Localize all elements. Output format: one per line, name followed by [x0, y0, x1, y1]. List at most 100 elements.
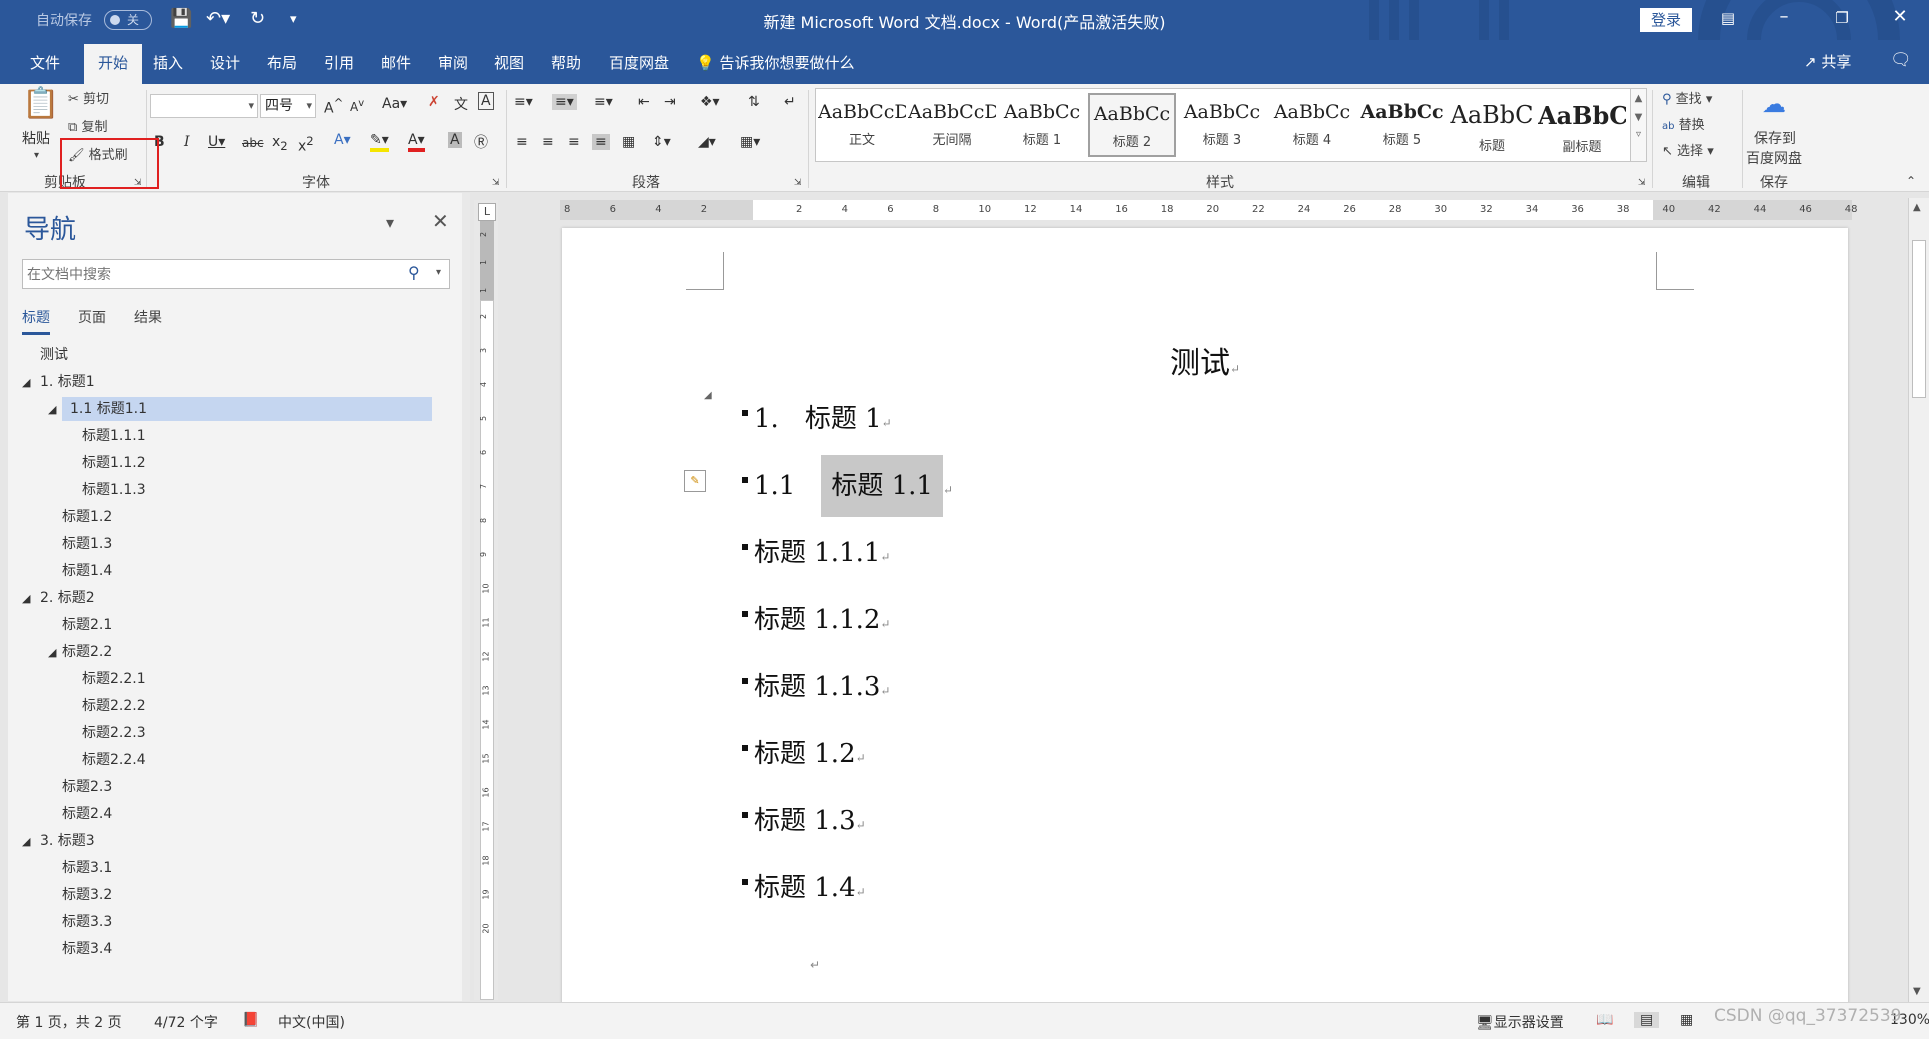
login-button[interactable]: 登录 — [1640, 8, 1692, 32]
text-effects-icon[interactable]: A▾ — [334, 132, 351, 148]
search-icon[interactable]: ⚲ — [408, 263, 420, 282]
comments-icon[interactable]: 🗨 — [1890, 50, 1912, 70]
tab-mailings[interactable]: 邮件 — [381, 52, 411, 73]
numbering-icon[interactable]: ≡▾ — [552, 94, 577, 110]
heading-paragraph[interactable]: 1.1 标题 1.1 ↵ — [754, 455, 953, 517]
collapse-ribbon-icon[interactable]: ⌃ — [1906, 174, 1916, 188]
scroll-down-icon[interactable]: ▼ — [1631, 112, 1646, 123]
style-no-spacing[interactable]: AaBbCcDc 无间隔 — [908, 93, 996, 157]
language-status[interactable]: 中文(中国) — [278, 1012, 345, 1032]
increase-indent-icon[interactable]: ⇥ — [664, 94, 676, 110]
heading-paragraph[interactable]: 标题 1.1.3↵ — [754, 666, 890, 703]
copy-button[interactable]: ⧉ 复制 — [68, 116, 107, 135]
ribbon-display-options-icon[interactable]: ▤ — [1708, 9, 1748, 27]
shading-icon[interactable]: ◢▾ — [698, 134, 716, 150]
nav-heading-item[interactable]: 标题1.2 — [62, 505, 112, 529]
nav-heading-item[interactable]: 标题1.1.2 — [82, 451, 146, 475]
tab-view[interactable]: 视图 — [494, 52, 524, 73]
nav-heading-item[interactable]: 标题2.2.3 — [82, 721, 146, 745]
show-marks-icon[interactable]: ↵ — [784, 94, 796, 110]
display-settings-button[interactable]: 🖥显示器设置 — [1476, 1012, 1564, 1032]
find-button[interactable]: ⚲ 查找 ▾ — [1662, 88, 1712, 107]
highlight-color-icon[interactable]: ✎▾ — [370, 132, 389, 152]
cut-button[interactable]: ✂ 剪切 — [68, 88, 109, 107]
nav-heading-item[interactable]: 1.1 标题1.1 — [62, 397, 432, 421]
tab-home[interactable]: 开始 — [84, 44, 143, 84]
nav-heading-item[interactable]: 标题1.1.3 — [82, 478, 146, 502]
collapse-triangle-icon[interactable]: ◢ — [22, 592, 30, 605]
horizontal-ruler[interactable]: 8 6 4 2 2 4 6 8 10 12 14 16 18 20 22 24 26 28 30 32 34 36 38 40… — [560, 200, 1858, 220]
nav-heading-item[interactable]: 标题1.3 — [62, 532, 112, 556]
nav-heading-item[interactable]: 标题3.2 — [62, 883, 112, 907]
collapse-triangle-icon[interactable]: ◢ — [22, 376, 30, 389]
subscript-icon[interactable]: x2 — [272, 134, 288, 153]
character-shading-icon[interactable]: A — [448, 132, 462, 148]
heading-paragraph[interactable]: 标题 1.2↵ — [754, 733, 866, 770]
style-heading-3[interactable]: AaBbCc 标题 3 — [1178, 93, 1266, 157]
heading-paragraph[interactable]: 标题 1.1.2↵ — [754, 599, 890, 636]
baidu-netdisk-icon[interactable]: ☁ — [1762, 90, 1786, 118]
style-heading-5[interactable]: AaBbCc 标题 5 — [1358, 93, 1446, 157]
nav-heading-item[interactable]: 标题2.2 — [62, 640, 112, 664]
nav-heading-item[interactable]: 标题2.2.2 — [82, 694, 146, 718]
gallery-more-icon[interactable]: ▿ — [1631, 129, 1646, 140]
decrease-indent-icon[interactable]: ⇤ — [638, 94, 650, 110]
borders-icon[interactable]: ▦▾ — [740, 134, 760, 150]
nav-heading-item[interactable]: 1. 标题1 — [40, 370, 95, 394]
share-button[interactable]: ↗ 共享 — [1804, 51, 1851, 72]
line-spacing-icon[interactable]: ⇕▾ — [652, 134, 671, 150]
nav-tab-headings[interactable]: 标题 — [22, 307, 50, 335]
nav-heading-item[interactable]: 标题2.2.1 — [82, 667, 146, 691]
vertical-scrollbar[interactable]: ▲ ▼ — [1908, 198, 1929, 1002]
font-name-combo[interactable] — [150, 94, 258, 118]
scroll-up-icon[interactable]: ▲ — [1913, 202, 1921, 213]
collapse-triangle-icon[interactable]: ◢ — [22, 835, 30, 848]
nav-heading-item[interactable]: 标题1.4 — [62, 559, 112, 583]
multilevel-list-icon[interactable]: ≡▾ — [594, 94, 613, 110]
nav-heading-item[interactable]: 标题2.3 — [62, 775, 112, 799]
nav-pane-scrollbar[interactable] — [462, 193, 470, 1001]
close-window-icon[interactable]: ✕ — [1880, 6, 1920, 27]
paste-dropdown-icon[interactable]: ▾ — [34, 150, 39, 161]
font-color-icon[interactable]: A▾ — [408, 132, 425, 152]
sort-icon[interactable]: ⇅ — [748, 94, 760, 110]
word-count[interactable]: 4/72 个字 — [154, 1012, 218, 1032]
heading-paragraph[interactable]: 标题 1.4↵ — [754, 867, 866, 904]
nav-heading-item[interactable]: 标题2.4 — [62, 802, 112, 826]
paste-button[interactable]: 粘贴 — [22, 128, 50, 148]
enclose-characters-icon[interactable]: Ⓡ — [474, 132, 488, 152]
clear-formatting-icon[interactable]: ✗ — [428, 94, 440, 110]
save-to-line2[interactable]: 百度网盘 — [1746, 148, 1802, 168]
italic-icon[interactable]: I — [184, 134, 190, 150]
style-title[interactable]: AaBbC 标题 — [1448, 93, 1536, 157]
font-size-combo[interactable]: 四号 — [260, 94, 316, 118]
nav-heading-item[interactable]: 标题1.1.1 — [82, 424, 146, 448]
document-title[interactable]: 测试↵ — [562, 338, 1848, 382]
save-to-line1[interactable]: 保存到 — [1754, 128, 1796, 148]
styles-gallery-scroll[interactable]: ▲ ▼ ▿ — [1631, 88, 1647, 162]
nav-search-input[interactable] — [22, 259, 450, 289]
style-subtitle[interactable]: AaBbC 副标题 — [1538, 93, 1626, 157]
font-launcher-icon[interactable]: ⇲ — [492, 178, 500, 188]
collapse-triangle-icon[interactable]: ◢ — [48, 403, 56, 416]
nav-heading-item[interactable]: 标题2.2.4 — [82, 748, 146, 772]
tab-baidu-netdisk[interactable]: 百度网盘 — [609, 52, 669, 73]
align-left-icon[interactable]: ≡ — [516, 134, 528, 150]
scrollbar-thumb[interactable] — [1912, 240, 1926, 398]
scroll-down-icon[interactable]: ▼ — [1913, 986, 1921, 997]
tab-design[interactable]: 设计 — [210, 52, 240, 73]
nav-heading-item[interactable]: 3. 标题3 — [40, 829, 95, 853]
page-count[interactable]: 第 1 页，共 2 页 — [16, 1012, 122, 1032]
tab-layout[interactable]: 布局 — [267, 52, 297, 73]
character-border-icon[interactable]: A — [478, 92, 494, 110]
select-button[interactable]: ↖ 选择 ▾ — [1662, 140, 1714, 159]
layout-options-icon[interactable]: ✎ — [684, 470, 706, 492]
nav-heading-item[interactable]: 标题3.1 — [62, 856, 112, 880]
justify-icon[interactable]: ≡ — [592, 134, 610, 150]
strikethrough-icon[interactable]: abc — [242, 136, 264, 150]
close-icon[interactable]: ✕ — [432, 209, 449, 233]
tab-review[interactable]: 审阅 — [438, 52, 468, 73]
document-page[interactable]: 测试↵ ◢ ✎ 1. 标题 1↵ 1.1 标题 1.1 ↵ 标题 1.1.1↵ 标题 1.1… — [562, 228, 1848, 1002]
heading-paragraph[interactable]: 1. 标题 1↵ — [754, 398, 892, 435]
restore-icon[interactable]: ❐ — [1822, 9, 1862, 27]
